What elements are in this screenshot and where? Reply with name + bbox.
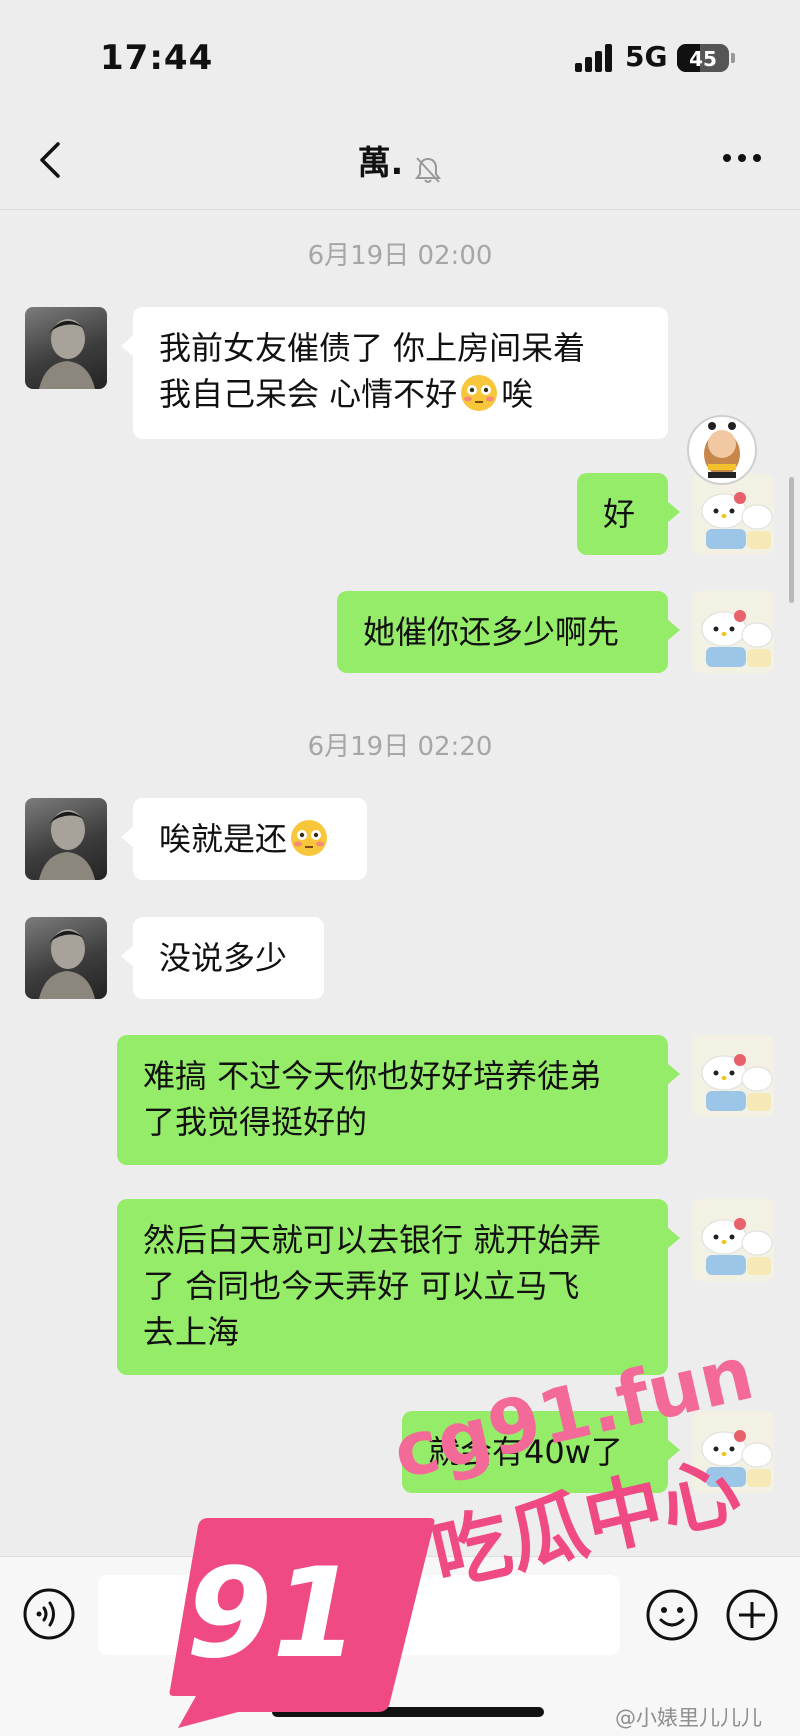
self-avatar[interactable]: [692, 1199, 774, 1281]
outgoing-message[interactable]: 难搞 不过今天你也好好培养徒弟 了我觉得挺好的: [117, 1035, 680, 1165]
watermark-badge: 91: [168, 1512, 438, 1732]
message-line: 了 合同也今天弄好 可以立马飞: [143, 1267, 580, 1305]
message-text: 唉就是还: [159, 820, 288, 858]
status-bar: 17:44 5G 45: [0, 0, 800, 110]
message-tail: 唉: [501, 375, 534, 413]
contact-avatar[interactable]: [25, 798, 107, 880]
watermark-badge-text: 91: [186, 1542, 359, 1686]
chat-title: 萬.: [357, 143, 404, 182]
message-line: 难搞 不过今天你也好好培养徒弟: [143, 1057, 602, 1095]
voice-icon[interactable]: [22, 1587, 76, 1641]
outgoing-message[interactable]: 然后白天就可以去银行 就开始弄 了 合同也今天弄好 可以立马飞 去上海: [117, 1199, 680, 1375]
message-text: 没说多少: [159, 939, 288, 977]
battery-level-text: 45: [689, 47, 717, 71]
self-avatar[interactable]: [692, 1035, 774, 1117]
more-icon[interactable]: [720, 148, 764, 168]
emoji-icon[interactable]: [644, 1587, 700, 1643]
scroll-indicator[interactable]: [789, 477, 794, 603]
message-text: 她催你还多少啊先: [363, 613, 620, 651]
signal-icon: [575, 44, 615, 72]
weibo-watermark: @小婊里儿儿儿: [615, 1706, 762, 1730]
flushed-face-emoji: [291, 820, 328, 856]
network-type: 5G: [625, 40, 668, 73]
chat-title-wrap: 萬.: [0, 136, 800, 185]
outgoing-message[interactable]: 她催你还多少啊先: [337, 591, 680, 673]
timestamp: 6月19日 02:20: [307, 732, 493, 762]
contact-avatar[interactable]: [25, 307, 107, 389]
self-avatar[interactable]: [692, 591, 774, 673]
message-line-with-emoji: 我自己呆会 心情不好 唉: [159, 371, 642, 417]
message-line: 去上海: [143, 1313, 240, 1351]
flushed-face-emoji: [461, 375, 498, 411]
incoming-message[interactable]: 我前女友催债了 你上房间呆着 我自己呆会 心情不好 唉: [121, 307, 668, 439]
plus-icon[interactable]: [724, 1587, 780, 1643]
mute-bell-icon: [415, 156, 442, 183]
status-time: 17:44: [100, 38, 214, 78]
incoming-message[interactable]: 唉就是还: [121, 798, 367, 880]
chat-header: 萬.: [0, 110, 800, 210]
message-line: 我自己呆会 心情不好: [159, 375, 458, 413]
message-line: 我前女友催债了 你上房间呆着: [159, 329, 586, 367]
battery-cap: [731, 53, 735, 63]
message-text: 好: [603, 495, 636, 533]
outgoing-message[interactable]: 好: [577, 473, 680, 555]
message-line: 了我觉得挺好的: [143, 1103, 368, 1141]
incoming-message[interactable]: 没说多少: [121, 917, 324, 999]
contact-avatar[interactable]: [25, 917, 107, 999]
floating-bee-sticker[interactable]: [686, 414, 758, 492]
timestamp: 6月19日 02:00: [307, 241, 493, 271]
battery-icon: 45: [677, 44, 729, 72]
message-line: 然后白天就可以去银行 就开始弄: [143, 1221, 602, 1259]
